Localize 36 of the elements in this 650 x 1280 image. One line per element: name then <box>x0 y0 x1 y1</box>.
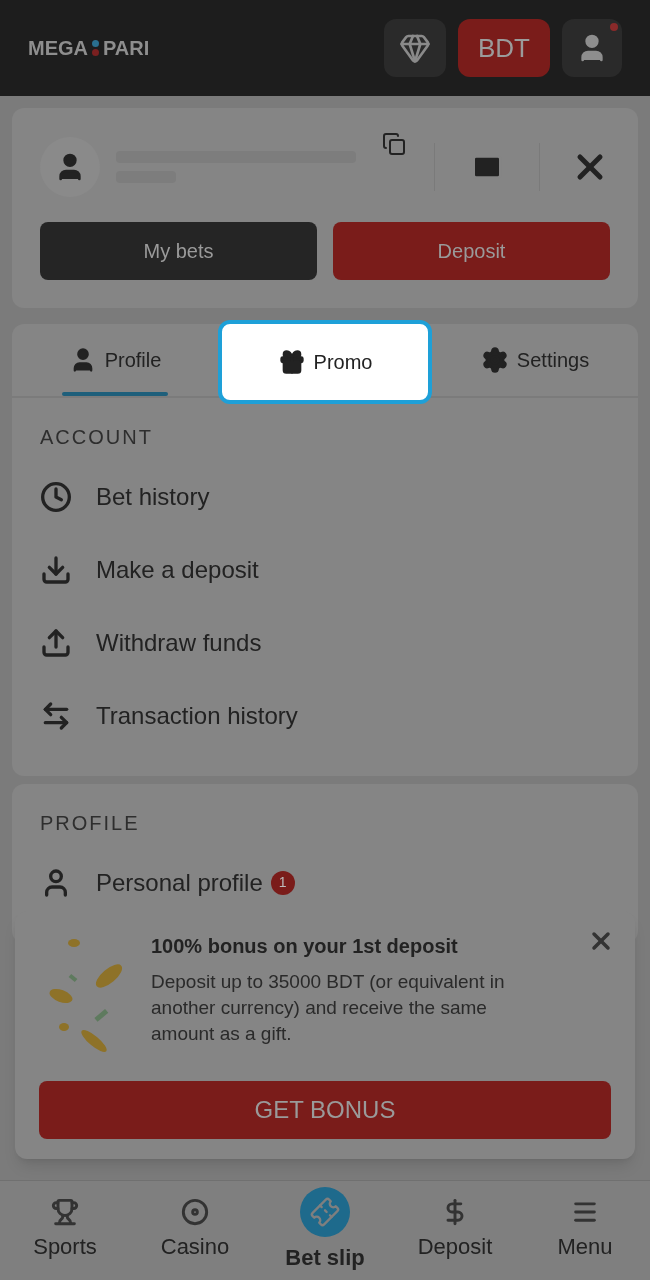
section-title: ACCOUNT <box>40 425 154 450</box>
logo-dots-icon <box>92 40 99 56</box>
account-link[interactable]: Withdraw funds <box>40 606 610 679</box>
deposit-button[interactable]: Deposit <box>333 222 610 280</box>
trophy-icon <box>51 1198 79 1226</box>
tab[interactable]: Settings <box>432 324 638 396</box>
nav-item[interactable]: Deposit <box>390 1181 520 1280</box>
vip-button[interactable] <box>384 19 446 77</box>
tab[interactable]: Profile <box>12 324 218 396</box>
chip-icon <box>181 1198 209 1226</box>
gift-icon <box>277 348 306 376</box>
account-link[interactable]: Make a deposit <box>40 533 610 606</box>
nav-item[interactable]: Menu <box>520 1181 650 1280</box>
tab[interactable]: Promo <box>218 320 432 404</box>
user-button[interactable] <box>562 19 622 77</box>
diamond-icon <box>399 32 431 64</box>
upload-icon <box>40 626 72 659</box>
section-title: PROFILE <box>40 811 141 836</box>
my-bets-button[interactable]: My bets <box>40 222 317 280</box>
promo-text: Deposit up to 35000 BDT (or equivalent in another currency) and receive the same amount as a gift. <box>151 970 506 1046</box>
download-icon <box>40 553 72 586</box>
badge: 1 <box>270 870 295 895</box>
nav-item[interactable]: Sports <box>0 1181 130 1280</box>
balance-button[interactable]: BDT <box>458 19 550 77</box>
logo-text: PARI <box>103 36 150 61</box>
settings-icon <box>480 346 509 374</box>
promo-title: 100% bonus on your 1st deposit <box>151 934 459 959</box>
get-bonus-button[interactable]: GET BONUS <box>39 1081 611 1139</box>
nav-item[interactable]: Casino <box>130 1181 260 1280</box>
logo-text: MEGA <box>28 36 88 61</box>
nav-item[interactable]: Bet slip <box>260 1181 390 1280</box>
account-link[interactable]: Bet history <box>40 460 610 533</box>
account-link[interactable]: Personal profile 1 <box>40 846 610 919</box>
copy-icon[interactable] <box>382 132 406 156</box>
clock-icon <box>40 480 72 513</box>
account-link[interactable]: Transaction history <box>40 679 610 752</box>
